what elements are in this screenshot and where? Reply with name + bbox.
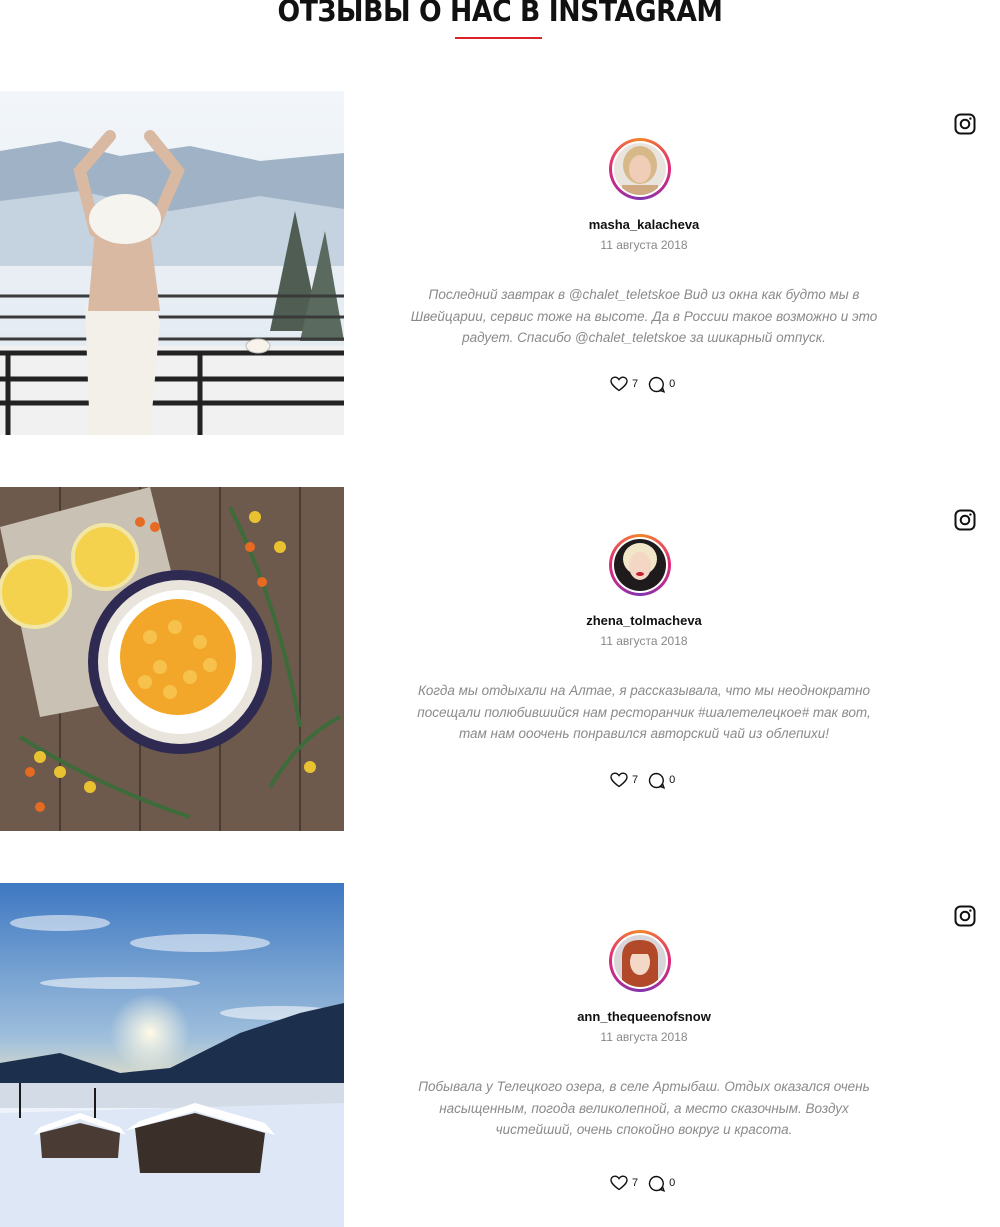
heart-icon <box>610 772 628 788</box>
post-date: 11 августа 2018 <box>600 238 688 252</box>
username[interactable]: masha_kalacheva <box>344 217 944 232</box>
review-card: ann_thequeenofsnow 11 августа 2018 Побыв… <box>0 883 1000 1227</box>
post-stats: 7 0 <box>610 1174 685 1192</box>
review-card: masha_kalacheva 11 августа 2018 Последни… <box>0 91 1000 435</box>
post-stats: 7 0 <box>610 375 685 393</box>
review-photo[interactable] <box>0 487 344 831</box>
comments-counter[interactable]: 0 <box>648 772 675 789</box>
comment-icon <box>648 376 666 393</box>
likes-count: 7 <box>632 1177 639 1189</box>
comment-icon <box>648 772 666 789</box>
comments-count: 0 <box>669 1177 676 1189</box>
likes-counter[interactable]: 7 <box>610 1175 638 1191</box>
likes-count: 7 <box>632 774 639 786</box>
avatar[interactable] <box>609 138 671 200</box>
review-photo[interactable] <box>0 91 344 435</box>
instagram-icon[interactable] <box>953 508 977 532</box>
post-date: 11 августа 2018 <box>600 634 688 648</box>
likes-counter[interactable]: 7 <box>610 772 638 788</box>
review-text: Когда мы отдыхали на Алтае, я рассказыва… <box>417 683 871 741</box>
title-underline <box>455 37 542 39</box>
comments-counter[interactable]: 0 <box>648 1175 675 1192</box>
heart-icon <box>610 1175 628 1191</box>
comments-counter[interactable]: 0 <box>648 376 675 393</box>
username[interactable]: zhena_tolmacheva <box>344 613 944 628</box>
review-text: Побывала у Телецкого озера, в селе Артыб… <box>418 1079 870 1137</box>
likes-counter[interactable]: 7 <box>610 376 638 392</box>
heart-icon <box>610 376 628 392</box>
instagram-icon[interactable] <box>953 904 977 928</box>
comments-count: 0 <box>669 774 676 786</box>
username[interactable]: ann_thequeenofsnow <box>344 1009 944 1024</box>
avatar[interactable] <box>609 930 671 992</box>
likes-count: 7 <box>632 378 639 390</box>
post-date: 11 августа 2018 <box>600 1030 688 1044</box>
comment-icon <box>648 1175 666 1192</box>
review-card: zhena_tolmacheva 11 августа 2018 Когда м… <box>0 487 1000 831</box>
review-photo[interactable] <box>0 883 344 1227</box>
review-text: Последний завтрак в @chalet_teletskoe Ви… <box>410 287 878 345</box>
section-title: ОТЗЫВЫ О НАС В INSTAGRAM <box>277 0 723 28</box>
post-stats: 7 0 <box>610 771 685 789</box>
avatar[interactable] <box>609 534 671 596</box>
instagram-icon[interactable] <box>953 112 977 136</box>
comments-count: 0 <box>669 378 676 390</box>
